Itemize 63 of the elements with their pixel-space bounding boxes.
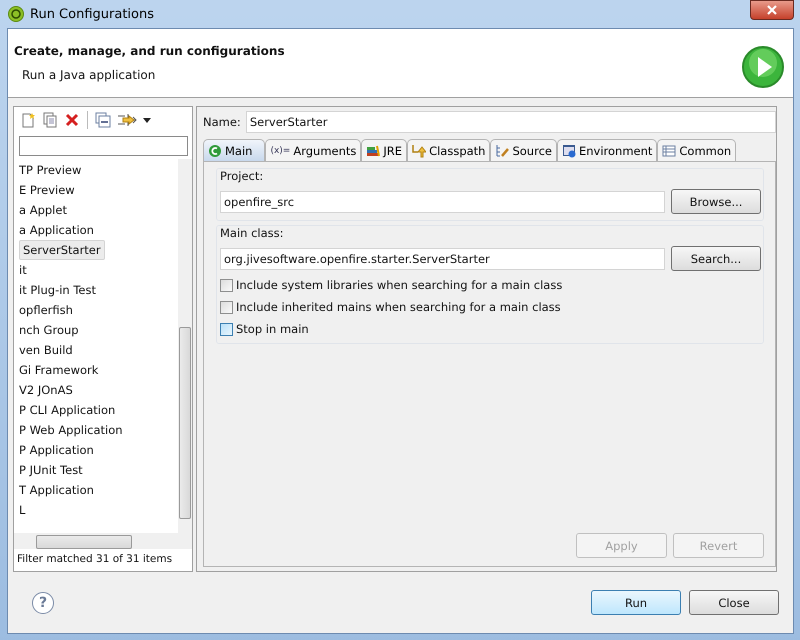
group-label: Project: (220, 169, 264, 183)
text-field[interactable]: openfire_src (220, 190, 665, 212)
tab[interactable]: Environment (556, 139, 658, 161)
tree-item[interactable]: a Applet (19, 200, 178, 220)
close-icon (766, 5, 778, 15)
checkbox-label[interactable]: Include system libraries when searching for a main class (236, 278, 562, 292)
tree-item[interactable]: it (19, 260, 178, 280)
help-button[interactable]: ? (32, 592, 54, 614)
text-field[interactable]: org.jivesoftware.openfire.starter.ServerStarter (220, 248, 665, 270)
checkbox[interactable] (220, 322, 233, 336)
checkbox[interactable] (220, 300, 233, 314)
filter-field[interactable] (19, 136, 188, 156)
tree-item[interactable]: V2 JOnAS (19, 380, 178, 400)
tree-item[interactable]: opflerfish (19, 300, 178, 320)
tab[interactable]: (x)= Arguments (265, 139, 362, 161)
checkbox-label[interactable]: Stop in main (236, 322, 309, 336)
variable-symbol: (x)= (270, 146, 290, 156)
tree-item[interactable]: ServerStarter (19, 240, 105, 260)
header-title: Create, manage, and run configurations (14, 44, 286, 58)
push-button[interactable]: Browse... (671, 189, 761, 214)
table-icon (662, 144, 676, 158)
tree-item[interactable]: nch Group (19, 320, 178, 340)
window-title: Run Configurations (30, 6, 155, 22)
tab[interactable]: Common (657, 139, 736, 161)
tree-item[interactable]: it Plug-in Test (19, 280, 178, 300)
checkbox[interactable] (220, 278, 233, 292)
tree-item[interactable]: Gi Framework (19, 360, 178, 380)
arrow-up-icon (412, 144, 426, 158)
group-label: Main class: (220, 226, 285, 240)
close-button[interactable] (750, 0, 794, 20)
collapse-all-button[interactable] (93, 111, 113, 129)
tab[interactable]: Main (203, 139, 266, 161)
tree-item[interactable]: ven Build (19, 340, 178, 360)
push-button[interactable]: Run (591, 590, 681, 615)
app-logo-icon (8, 6, 24, 22)
tree-item[interactable]: P CLI Application (19, 400, 178, 420)
c-circle-icon (208, 144, 222, 158)
vertical-scrollbar[interactable] (178, 159, 192, 533)
dropdown-button[interactable] (141, 116, 153, 124)
window-icon (562, 144, 576, 158)
tree-item[interactable]: E Preview (19, 180, 178, 200)
tab[interactable]: JRE (361, 139, 408, 161)
tree-item[interactable]: a Application (19, 220, 178, 240)
tree-item[interactable]: T Application (19, 480, 178, 500)
filter-status: Filter matched 31 of 31 items (16, 552, 174, 567)
tree-item[interactable]: P Application (19, 440, 178, 460)
tab[interactable]: Classpath (407, 139, 490, 161)
header-subtitle: Run a Java application (21, 68, 156, 82)
tree-item[interactable]: P JUnit Test (19, 460, 178, 480)
push-button[interactable]: Close (689, 590, 779, 615)
name-field[interactable]: ServerStarter (246, 111, 776, 133)
tab[interactable]: Source (490, 139, 557, 161)
name-label: Name: (203, 115, 241, 129)
run-icon (741, 45, 785, 89)
pencil-tree-icon (495, 144, 510, 158)
filter-button[interactable] (115, 111, 139, 129)
push-button[interactable]: Search... (671, 246, 761, 271)
tree-item[interactable]: P Web Application (19, 420, 178, 440)
books-icon (366, 144, 380, 158)
tree-item[interactable]: TP Preview (19, 160, 178, 180)
horizontal-scrollbar[interactable] (14, 533, 192, 549)
tree-item[interactable]: L (19, 500, 178, 520)
checkbox-label[interactable]: Include inherited mains when searching for a main class (236, 300, 561, 314)
